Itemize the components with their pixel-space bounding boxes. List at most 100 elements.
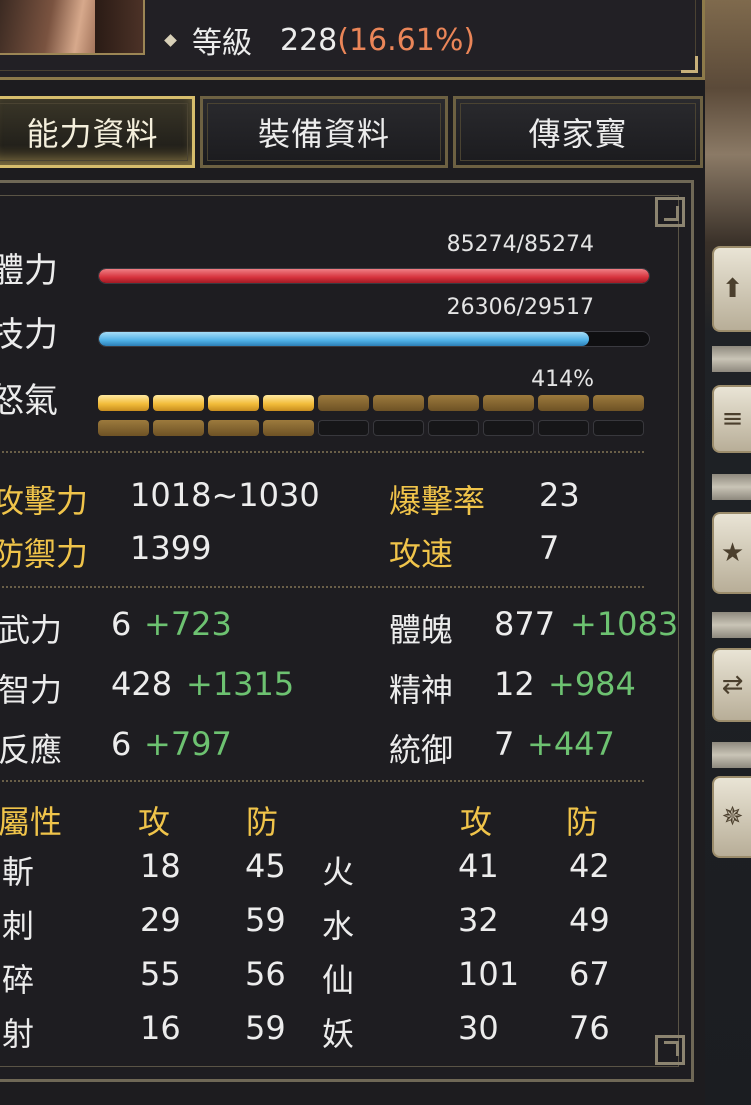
- int-base: 428: [111, 665, 173, 703]
- element-atk: 55: [140, 955, 181, 993]
- hp-value: 85274/85274: [446, 232, 594, 257]
- speed-value: 7: [539, 529, 560, 567]
- tab-bar: 能力資料 裝備資料 傳家寶: [0, 96, 705, 168]
- element-def: 45: [245, 847, 286, 885]
- hp-bar-fill: [99, 269, 649, 283]
- character-portrait[interactable]: [0, 0, 145, 55]
- rage-segment: [428, 420, 479, 436]
- con-bonus: +1083: [570, 605, 679, 643]
- element-name-2: 仙: [322, 961, 355, 999]
- corner-fret-icon: [655, 1035, 685, 1065]
- rage-value: 414%: [531, 367, 594, 392]
- element-name: 碎: [2, 961, 35, 999]
- tab-label: 裝備資料: [257, 115, 390, 153]
- int-bonus: +1315: [186, 665, 295, 703]
- rage-segment: [153, 395, 204, 411]
- element-atk-2: 41: [458, 847, 499, 885]
- element-atk-2: 101: [458, 955, 520, 993]
- rage-segment: [483, 420, 534, 436]
- corner-ornament-icon: [681, 56, 698, 73]
- con-base: 877: [494, 605, 556, 643]
- section-divider: [0, 586, 644, 588]
- rage-segment: [208, 395, 259, 411]
- corner-fret-icon: [655, 197, 685, 227]
- int-label: 智力: [0, 671, 63, 709]
- def-header-2: 防: [566, 803, 599, 841]
- agi-label: 反應: [0, 731, 63, 769]
- element-atk: 18: [140, 847, 181, 885]
- cmd-bonus: +447: [527, 725, 615, 763]
- element-def-2: 76: [569, 1009, 610, 1047]
- attack-value: 1018~1030: [130, 476, 320, 514]
- level-exp-percent: (16.61%): [337, 22, 476, 58]
- rage-segment: [483, 395, 534, 411]
- element-def-2: 42: [569, 847, 610, 885]
- rage-segment: [208, 420, 259, 436]
- level-label: 等級: [192, 26, 252, 61]
- section-divider: [0, 451, 644, 453]
- rage-segment: [373, 395, 424, 411]
- spi-base: 12: [494, 665, 535, 703]
- tab-equipment-data[interactable]: 裝備資料: [200, 96, 448, 168]
- element-atk: 16: [140, 1009, 181, 1047]
- element-def-2: 49: [569, 901, 610, 939]
- mp-value: 26306/29517: [446, 295, 594, 320]
- document-icon[interactable]: ≡: [712, 385, 751, 453]
- speed-label: 攻速: [389, 535, 454, 573]
- rage-label: 怒氣: [0, 381, 58, 421]
- agi-bonus: +797: [144, 725, 232, 763]
- rage-segment: [153, 420, 204, 436]
- spi-label: 精神: [389, 671, 454, 709]
- element-name: 斬: [2, 853, 35, 891]
- swap-arrows-icon[interactable]: ⇄: [712, 648, 751, 722]
- rage-segment: [318, 395, 369, 411]
- str-label: 武力: [0, 611, 63, 649]
- rage-segment: [98, 395, 149, 411]
- element-def-2: 67: [569, 955, 610, 993]
- tab-heirloom[interactable]: 傳家寶: [453, 96, 703, 168]
- star-wreath-icon[interactable]: ★: [712, 512, 751, 594]
- level-row: 等級 228 (16.61%): [164, 22, 476, 61]
- defense-value: 1399: [130, 529, 212, 567]
- rage-segment: [593, 395, 644, 411]
- element-atk-2: 30: [458, 1009, 499, 1047]
- level-up-arrow-icon[interactable]: ⬆: [712, 246, 751, 332]
- rage-segment: [538, 420, 589, 436]
- defense-label: 防禦力: [0, 535, 89, 573]
- rage-bar-row-2: [98, 420, 648, 436]
- element-name-2: 火: [322, 853, 355, 891]
- element-name-2: 妖: [322, 1015, 355, 1053]
- element-name-2: 水: [322, 907, 355, 945]
- atk-header: 攻: [138, 803, 171, 841]
- hp-label: 體力: [0, 251, 58, 291]
- rage-segment: [318, 420, 369, 436]
- element-atk-2: 32: [458, 901, 499, 939]
- atk-header-2: 攻: [460, 803, 493, 841]
- character-header: 等級 228 (16.61%): [0, 0, 705, 80]
- rage-segment: [428, 395, 479, 411]
- mp-bar-fill: [99, 332, 590, 346]
- element-header-label: 屬性: [0, 803, 63, 841]
- con-label: 體魄: [389, 611, 454, 649]
- cmd-label: 統御: [389, 731, 454, 769]
- str-bonus: +723: [144, 605, 232, 643]
- compass-emblem-icon[interactable]: ✵: [712, 776, 751, 858]
- mp-bar: [98, 331, 650, 347]
- diamond-bullet-icon: [164, 33, 177, 47]
- str-base: 6: [111, 605, 132, 643]
- element-name: 射: [2, 1015, 35, 1053]
- mp-label: 技力: [0, 315, 58, 355]
- crit-value: 23: [539, 476, 580, 514]
- tab-ability-data[interactable]: 能力資料: [0, 96, 195, 168]
- rage-segment: [373, 420, 424, 436]
- hp-bar: [98, 268, 650, 284]
- element-name: 刺: [2, 907, 35, 945]
- element-atk: 29: [140, 901, 181, 939]
- rage-segment: [98, 420, 149, 436]
- agi-base: 6: [111, 725, 132, 763]
- cmd-base: 7: [494, 725, 515, 763]
- rage-segment: [263, 420, 314, 436]
- crit-label: 爆擊率: [389, 482, 486, 520]
- element-def: 56: [245, 955, 286, 993]
- rage-bar-row-1: [98, 395, 648, 411]
